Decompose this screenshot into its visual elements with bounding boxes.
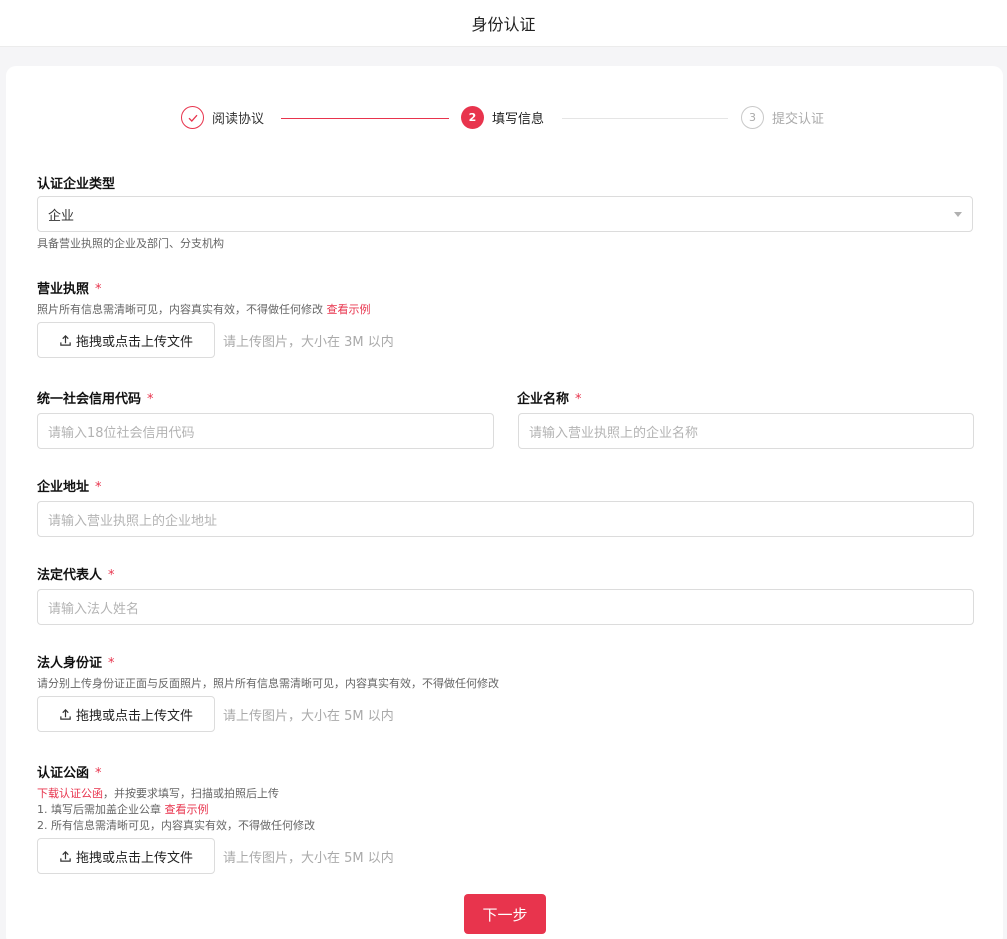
step-label: 填写信息 [492,112,545,127]
auth-letter-upload-button[interactable]: 拖拽或点击上传文件 [37,838,215,874]
credit-code-input[interactable]: 请输入18位社会信用代码 [37,413,494,449]
company-address-input[interactable]: 请输入营业执照上的企业地址 [37,501,974,537]
top-bar: 身份认证 [0,0,1007,47]
step-label: 阅读协议 [212,112,265,127]
step-read-agreement: 阅读协议 [181,106,264,129]
required-mark: * [95,282,102,297]
next-step-button[interactable]: 下一步 [464,894,546,934]
business-license-label: 营业执照 * [37,282,102,297]
legal-id-label: 法人身份证 * [37,656,115,671]
auth-letter-hint-line-3: 2. 所有信息需清晰可见，内容真实有效，不得做任何修改 [37,819,315,832]
required-mark: * [108,656,115,671]
step-label: 提交认证 [772,112,825,127]
legal-id-hint: 请分别上传身份证正面与反面照片，照片所有信息需清晰可见，内容真实有效，不得做任何… [37,677,499,690]
company-address-placeholder: 请输入营业执照上的企业地址 [48,513,218,529]
view-example-link[interactable]: 查看示例 [165,803,209,816]
auth-letter-upload-tip: 请上传图片，大小在 5M 以内 [223,851,394,866]
business-license-upload-tip: 请上传图片，大小在 3M 以内 [223,335,394,350]
step-number: 3 [741,106,764,129]
business-license-upload-button[interactable]: 拖拽或点击上传文件 [37,322,215,358]
page-title: 身份认证 [471,15,536,34]
legal-rep-placeholder: 请输入法人姓名 [48,601,140,617]
progress-steps: 阅读协议 2 填写信息 3 提交认证 [6,66,1003,176]
company-address-label: 企业地址 * [37,480,102,495]
credit-code-placeholder: 请输入18位社会信用代码 [48,425,195,441]
required-mark: * [108,568,115,583]
legal-id-upload-tip: 请上传图片，大小在 5M 以内 [223,709,394,724]
required-mark: * [147,392,154,407]
upload-icon [60,850,71,862]
legal-id-upload-button[interactable]: 拖拽或点击上传文件 [37,696,215,732]
upload-icon [60,334,71,346]
company-type-value: 企业 [48,208,75,224]
check-icon [181,106,204,129]
company-name-label: 企业名称 * [517,392,582,407]
legal-rep-label: 法定代表人 * [37,568,115,583]
upload-icon [60,708,71,720]
step-fill-info: 2 填写信息 [461,106,544,129]
step-number: 2 [461,106,484,129]
required-mark: * [95,766,102,781]
form-card: 阅读协议 2 填写信息 3 提交认证 认证企业类型 企业 具备营业执照的企业及部… [6,66,1003,939]
step-submit: 3 提交认证 [741,106,824,129]
caret-down-icon [954,212,962,217]
company-type-select[interactable]: 企业 [37,196,973,232]
view-example-link[interactable]: 查看示例 [327,303,371,316]
company-name-placeholder: 请输入营业执照上的企业名称 [529,425,699,441]
download-letter-link[interactable]: 下载认证公函 [37,787,103,800]
company-type-hint: 具备营业执照的企业及部门、分支机构 [37,237,224,250]
auth-letter-hint-line-2: 1. 填写后需加盖企业公章 查看示例 [37,803,209,816]
auth-letter-hint-line-1: 下载认证公函，并按要求填写，扫描或拍照后上传 [37,787,279,800]
business-license-hint: 照片所有信息需清晰可见，内容真实有效，不得做任何修改 查看示例 [37,303,371,316]
step-connector [562,118,728,119]
step-connector [281,118,449,119]
auth-letter-label: 认证公函 * [37,766,102,781]
credit-code-label: 统一社会信用代码 * [37,392,154,407]
company-type-label: 认证企业类型 [37,177,116,192]
company-name-input[interactable]: 请输入营业执照上的企业名称 [518,413,974,449]
legal-rep-input[interactable]: 请输入法人姓名 [37,589,974,625]
required-mark: * [95,480,102,495]
required-mark: * [575,392,582,407]
